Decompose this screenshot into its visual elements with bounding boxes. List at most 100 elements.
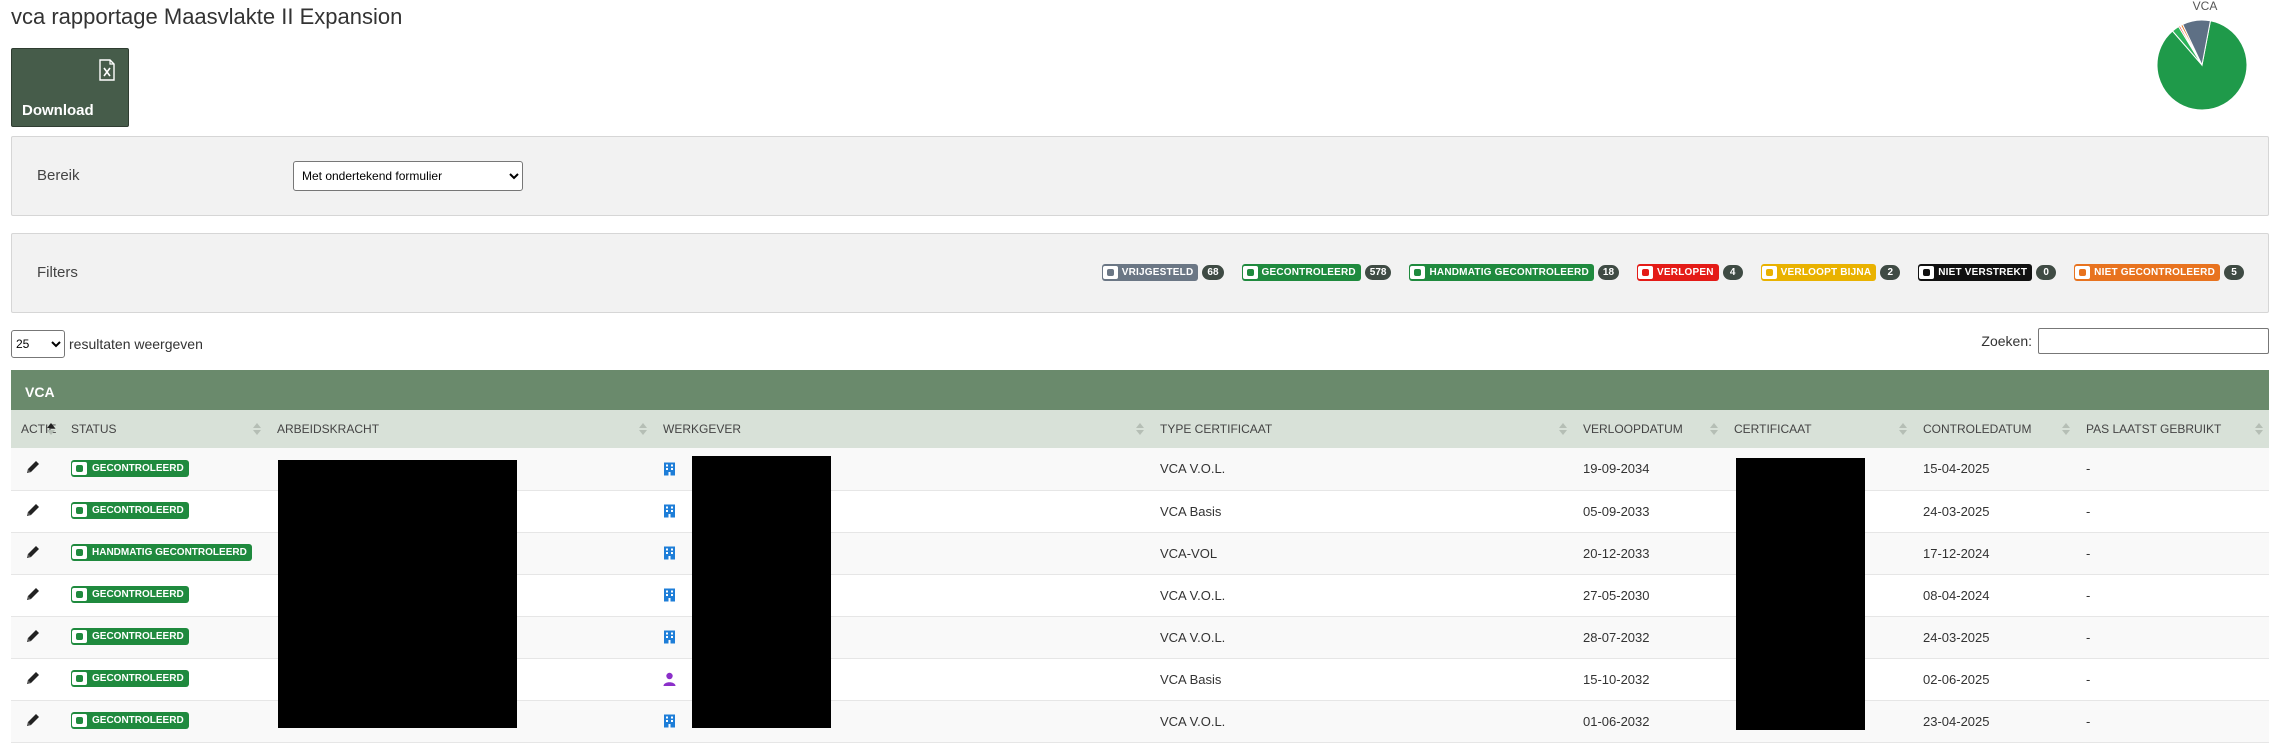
- search-input[interactable]: [2038, 328, 2269, 354]
- cell-actie: [11, 616, 61, 659]
- cell-status: HANDMATIG GECONTROLEERD: [61, 532, 267, 575]
- building-icon: [664, 714, 675, 728]
- building-icon: [664, 588, 675, 602]
- filter-gecontroleerd[interactable]: GECONTROLEERD 578: [1241, 264, 1392, 281]
- filter-count: 4: [1722, 265, 1743, 280]
- filters-panel: Filters VRIJGESTELD 68 GECONTROLEERD 578 HAN…: [11, 233, 2269, 313]
- cell-type-certificaat: VCA Basis: [1150, 490, 1573, 533]
- column-header-type-certificaat[interactable]: TYPE CERTIFICAAT: [1150, 410, 1573, 448]
- sort-icon: [1136, 423, 1144, 435]
- cell-status: GECONTROLEERD: [61, 448, 267, 491]
- status-label: GECONTROLEERD: [92, 589, 184, 600]
- filter-badge[interactable]: HANDMATIG GECONTROLEERD: [1409, 264, 1594, 281]
- certificate-icon: [72, 461, 87, 475]
- sort-icon: [2062, 423, 2070, 435]
- cell-status: GECONTROLEERD: [61, 490, 267, 533]
- cell-actie: [11, 574, 61, 617]
- filter-niet-gecontroleerd[interactable]: NIET GECONTROLEERD 5: [2074, 264, 2244, 281]
- column-header-verloopdatum[interactable]: VERLOOPDATUM: [1573, 410, 1724, 448]
- table-header-row: ACTIE STATUS ARBEIDSKRACHT WERKGEVER TYP…: [11, 410, 2269, 448]
- group-header: VCA: [11, 370, 2269, 410]
- cell-status: GECONTROLEERD: [61, 700, 267, 743]
- filter-label: VERLOPEN: [1657, 267, 1714, 278]
- building-icon: [664, 462, 675, 476]
- status-badge: GECONTROLEERD: [71, 586, 189, 603]
- search-control: Zoeken:: [1981, 328, 2269, 354]
- cell-actie: [11, 700, 61, 743]
- cell-controledatum: 23-04-2025: [1913, 700, 2076, 743]
- edit-pencil-icon[interactable]: [25, 670, 41, 686]
- cell-controledatum: 17-12-2024: [1913, 532, 2076, 575]
- column-header-actie[interactable]: ACTIE: [11, 410, 61, 448]
- edit-pencil-icon[interactable]: [25, 459, 41, 475]
- status-label: GECONTROLEERD: [92, 631, 184, 642]
- status-badge: GECONTROLEERD: [71, 670, 189, 687]
- page-length-select[interactable]: 25: [11, 330, 65, 358]
- pie-svg: [2156, 19, 2248, 111]
- status-badge: GECONTROLEERD: [71, 459, 189, 477]
- cell-verloopdatum: 05-09-2033: [1573, 490, 1724, 533]
- filter-count: 5: [2224, 265, 2244, 280]
- status-badge: GECONTROLEERD: [71, 502, 189, 519]
- filter-count: 578: [1364, 265, 1392, 280]
- range-select[interactable]: Met ondertekend formulier: [293, 161, 523, 191]
- cell-type-certificaat: VCA V.O.L.: [1150, 574, 1573, 617]
- filter-niet-verstrekt[interactable]: NIET VERSTREKT 0: [1918, 264, 2057, 281]
- column-header-status[interactable]: STATUS: [61, 410, 267, 448]
- cell-verloopdatum: 20-12-2033: [1573, 532, 1724, 575]
- certificate-icon: [1410, 266, 1426, 279]
- cell-controledatum: 15-04-2025: [1913, 448, 2076, 491]
- filter-vrijgesteld[interactable]: VRIJGESTELD 68: [1101, 264, 1224, 281]
- edit-pencil-icon[interactable]: [25, 586, 41, 602]
- column-header-controledatum[interactable]: CONTROLEDATUM: [1913, 410, 2076, 448]
- cell-type-certificaat: VCA-VOL: [1150, 532, 1573, 575]
- cell-status: GECONTROLEERD: [61, 574, 267, 617]
- cell-type-certificaat: VCA Basis: [1150, 658, 1573, 701]
- status-label: GECONTROLEERD: [92, 715, 184, 726]
- filter-badges: VRIJGESTELD 68 GECONTROLEERD 578 HANDMATIG G…: [1101, 264, 2244, 281]
- certificate-icon: [72, 588, 87, 601]
- certificate-icon: [72, 546, 87, 559]
- filter-badge[interactable]: GECONTROLEERD: [1241, 264, 1361, 281]
- filter-verlopen[interactable]: VERLOPEN 4: [1637, 264, 1743, 281]
- cell-pas-laatst-gebruikt: -: [2076, 448, 2269, 491]
- filter-badge[interactable]: VERLOOPT BIJNA: [1760, 264, 1877, 281]
- download-button[interactable]: Download: [11, 48, 129, 127]
- edit-pencil-icon[interactable]: [25, 502, 41, 518]
- column-header-arbeidskracht[interactable]: ARBEIDSKRACHT: [267, 410, 653, 448]
- filter-badge[interactable]: NIET GECONTROLEERD: [2074, 264, 2220, 281]
- cell-controledatum: 02-06-2025: [1913, 658, 2076, 701]
- filter-handmatig-gecontroleerd[interactable]: HANDMATIG GECONTROLEERD 18: [1409, 264, 1620, 281]
- page-length-suffix: resultaten weergeven: [69, 336, 203, 352]
- certificate-icon: [2075, 266, 2091, 279]
- cell-actie: [11, 448, 61, 491]
- download-label: Download: [22, 102, 94, 119]
- column-header-certificaat[interactable]: CERTIFICAAT: [1724, 410, 1913, 448]
- redacted-arbeidskracht: [278, 460, 517, 728]
- filter-badge[interactable]: VRIJGESTELD: [1101, 264, 1199, 281]
- certificate-icon: [72, 672, 87, 685]
- filter-count: 68: [1202, 265, 1224, 280]
- certificate-icon: [1638, 266, 1654, 279]
- redacted-certificaat: [1736, 458, 1865, 730]
- cell-type-certificaat: VCA V.O.L.: [1150, 448, 1573, 491]
- redacted-werkgever: [692, 456, 831, 728]
- status-label: HANDMATIG GECONTROLEERD: [92, 547, 247, 558]
- column-header-pas-laatst-gebruikt[interactable]: PAS LAATST GEBRUIKT: [2076, 410, 2269, 448]
- excel-file-icon: [99, 59, 115, 81]
- filter-count: 18: [1597, 265, 1620, 280]
- edit-pencil-icon[interactable]: [25, 544, 41, 560]
- edit-pencil-icon[interactable]: [25, 628, 41, 644]
- filter-badge[interactable]: NIET VERSTREKT: [1918, 264, 2033, 281]
- sort-icon: [639, 423, 647, 435]
- column-header-werkgever[interactable]: WERKGEVER: [653, 410, 1150, 448]
- filter-verloopt-bijna[interactable]: VERLOOPT BIJNA 2: [1760, 264, 1901, 281]
- sort-icon: [1559, 423, 1567, 435]
- cell-verloopdatum: 27-05-2030: [1573, 574, 1724, 617]
- edit-pencil-icon[interactable]: [25, 712, 41, 728]
- vca-pie-chart: VCA: [2155, 0, 2255, 116]
- building-icon: [664, 504, 675, 518]
- cell-actie: [11, 532, 61, 575]
- filter-badge[interactable]: VERLOPEN: [1637, 264, 1719, 281]
- cell-pas-laatst-gebruikt: -: [2076, 658, 2269, 701]
